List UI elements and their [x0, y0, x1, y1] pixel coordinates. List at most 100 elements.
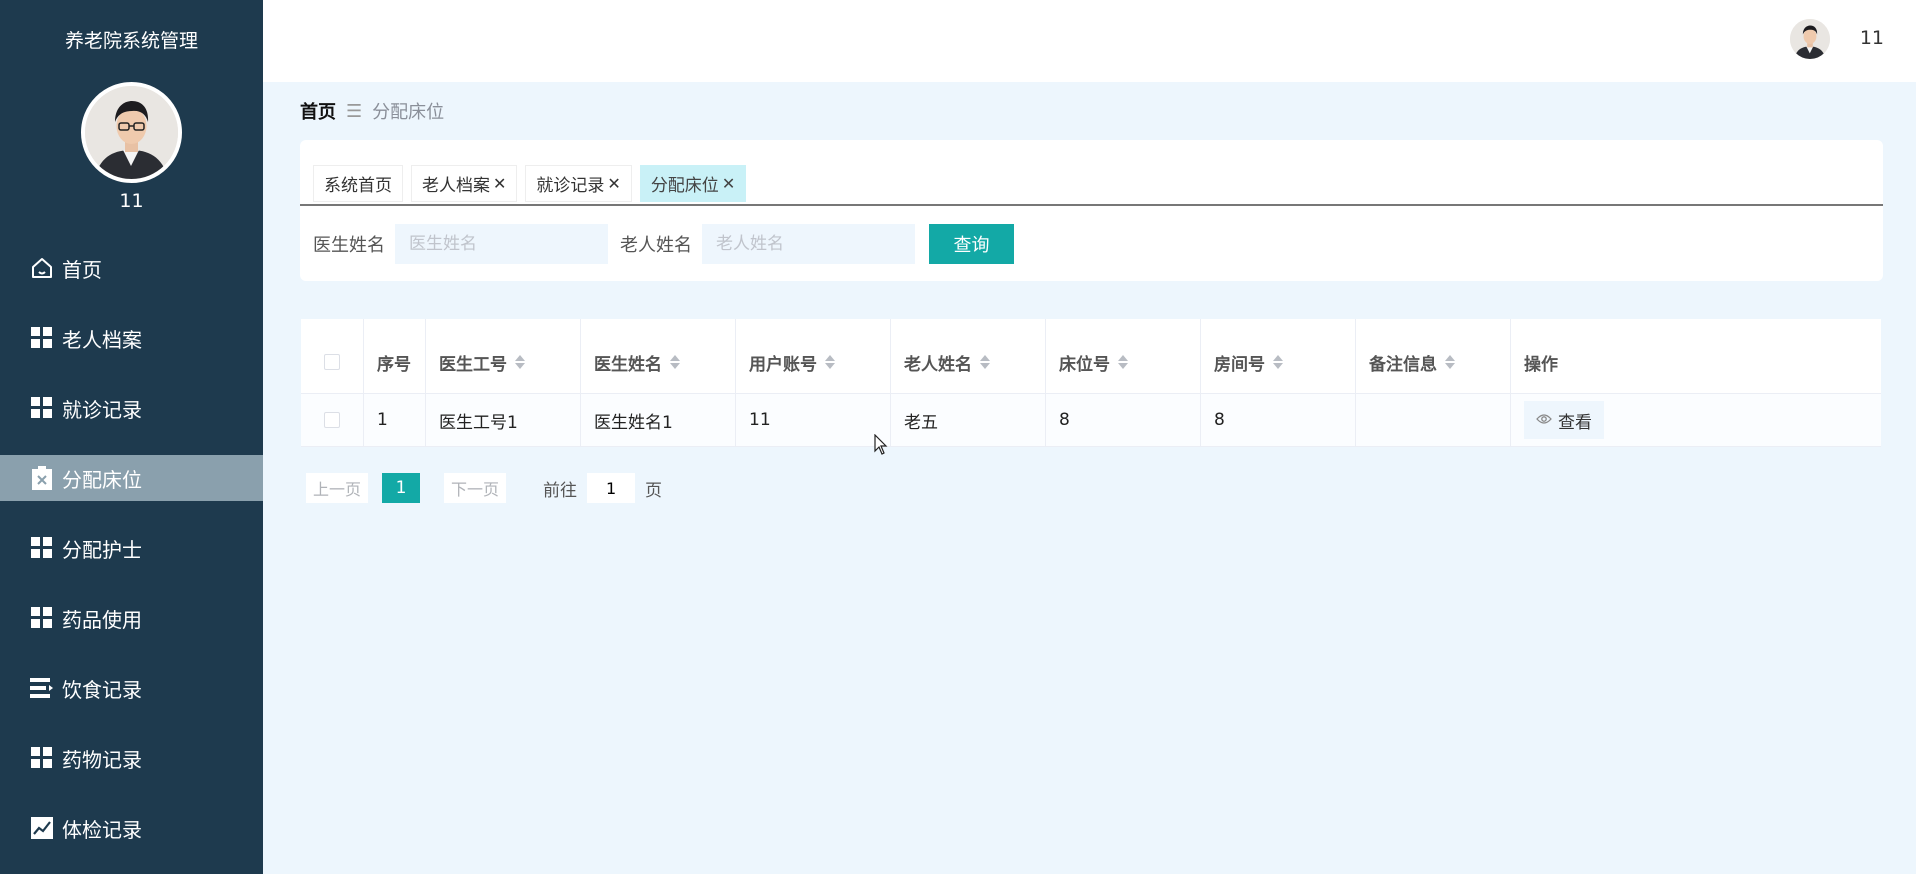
- system-title: 养老院系统管理: [64, 30, 198, 52]
- grid-icon: [30, 326, 54, 350]
- column-label: 床位号: [1059, 354, 1110, 375]
- sidebar-item-label: 分配床位: [62, 467, 142, 492]
- column-label: 老人姓名: [904, 354, 972, 375]
- sort-icon[interactable]: [980, 355, 990, 369]
- column-label: 房间号: [1214, 354, 1265, 375]
- sidebar-item-diet-records[interactable]: 饮食记录: [0, 665, 263, 711]
- column-header[interactable]: 备注信息: [1356, 319, 1511, 393]
- next-page-button[interactable]: 下一页: [444, 473, 507, 503]
- home-icon: [30, 256, 54, 280]
- sort-icon[interactable]: [1118, 355, 1128, 369]
- sidebar-item-home[interactable]: 首页: [0, 245, 263, 291]
- breadcrumb-home[interactable]: 首页: [300, 98, 336, 124]
- column-label: 医生姓名: [594, 354, 662, 375]
- sidebar-item-assign-bed[interactable]: 分配床位: [0, 455, 263, 501]
- select-all-checkbox[interactable]: [324, 354, 340, 370]
- sort-icon[interactable]: [670, 355, 680, 369]
- search-form: 医生姓名 老人姓名 查询: [313, 224, 1014, 264]
- chart-icon: [30, 816, 54, 840]
- list-icon: [30, 676, 54, 700]
- clipboard-icon: [30, 466, 54, 490]
- column-header[interactable]: 医生姓名: [581, 319, 736, 393]
- sidebar-item-visit-records[interactable]: 就诊记录: [0, 385, 263, 431]
- table-header: 序号 医生工号 医生姓名 用户账号 老人姓名 床位号 房间号 备注信息 操作: [301, 319, 1881, 394]
- sidebar-item-label: 首页: [62, 257, 102, 282]
- sidebar-item-label: 体检记录: [62, 817, 142, 842]
- data-table: 序号 医生工号 医生姓名 用户账号 老人姓名 床位号 房间号 备注信息 操作 1…: [301, 319, 1881, 447]
- goto-label: 前往: [543, 480, 578, 501]
- page-number-current[interactable]: 1: [382, 473, 421, 503]
- table-cell: 8: [1201, 394, 1356, 446]
- goto-page-input[interactable]: [587, 473, 636, 503]
- prev-page-button[interactable]: 上一页: [306, 473, 369, 503]
- sidebar-item-elder-profile[interactable]: 老人档案: [0, 315, 263, 361]
- tab-bar: 系统首页 老人档案 ✕ 就诊记录 ✕ 分配床位 ✕: [313, 165, 754, 202]
- close-icon[interactable]: ✕: [607, 174, 620, 193]
- sidebar-item-label: 老人档案: [62, 327, 142, 352]
- sidebar: 养老院系统管理 11 首页 老人档案 就诊记录 分配床位 分配护士 药品使用 饮…: [0, 0, 263, 874]
- sidebar-item-medicine-use[interactable]: 药品使用: [0, 595, 263, 641]
- top-header: 11: [263, 0, 1916, 82]
- breadcrumb: 首页 ☰ 分配床位: [300, 98, 444, 124]
- query-button[interactable]: 查询: [929, 224, 1014, 264]
- sort-icon[interactable]: [515, 355, 525, 369]
- tab-assign-bed[interactable]: 分配床位 ✕: [639, 165, 747, 202]
- table-cell: [1356, 394, 1511, 446]
- close-icon[interactable]: ✕: [493, 174, 506, 193]
- sort-icon[interactable]: [1445, 355, 1455, 369]
- sidebar-item-drug-records[interactable]: 药物记录: [0, 735, 263, 781]
- table-cell: 医生工号1: [426, 394, 581, 446]
- column-header[interactable]: 用户账号: [736, 319, 891, 393]
- tab-label: 老人档案: [422, 176, 490, 196]
- view-button[interactable]: 查看: [1524, 401, 1604, 439]
- sidebar-menu: 首页 老人档案 就诊记录 分配床位 分配护士 药品使用 饮食记录 药物记录 体检…: [0, 245, 263, 874]
- column-header[interactable]: 老人姓名: [891, 319, 1046, 393]
- sidebar-item-checkup-records[interactable]: 体检记录: [0, 805, 263, 851]
- column-header: 操作: [1511, 319, 1881, 393]
- column-header[interactable]: 床位号: [1046, 319, 1201, 393]
- action-cell: 查看: [1511, 394, 1881, 446]
- pagination: 上一页 1 下一页 前往 页: [306, 473, 662, 503]
- sort-icon[interactable]: [1273, 355, 1283, 369]
- elder-name-input[interactable]: [702, 224, 915, 264]
- grid-icon: [30, 536, 54, 560]
- sidebar-item-label: 药物记录: [62, 747, 142, 772]
- table-cell: 11: [736, 394, 891, 446]
- row-select-cell: [301, 394, 364, 446]
- avatar: [81, 82, 182, 183]
- row-checkbox[interactable]: [324, 412, 340, 428]
- doctor-name-label: 医生姓名: [313, 235, 385, 256]
- column-header[interactable]: 医生工号: [426, 319, 581, 393]
- sidebar-item-label: 分配护士: [62, 537, 142, 562]
- column-label: 医生工号: [439, 354, 507, 375]
- sidebar-item-label: 饮食记录: [62, 677, 142, 702]
- doctor-name-input[interactable]: [395, 224, 608, 264]
- column-header[interactable]: 房间号: [1201, 319, 1356, 393]
- tab-elder-profile[interactable]: 老人档案 ✕: [411, 165, 518, 202]
- tab-label: 分配床位: [650, 176, 719, 196]
- close-icon[interactable]: ✕: [722, 174, 735, 193]
- sort-icon[interactable]: [825, 355, 835, 369]
- view-button-label: 查看: [1558, 412, 1592, 433]
- eye-icon: [1536, 410, 1552, 430]
- header-avatar[interactable]: [1790, 19, 1830, 59]
- breadcrumb-current: 分配床位: [372, 102, 445, 123]
- grid-icon: [30, 746, 54, 770]
- grid-icon: [30, 396, 54, 420]
- header-user-name[interactable]: 11: [1860, 27, 1884, 49]
- mouse-cursor-icon: [874, 433, 888, 460]
- tab-visit-records[interactable]: 就诊记录 ✕: [525, 165, 632, 202]
- search-card: 系统首页 老人档案 ✕ 就诊记录 ✕ 分配床位 ✕ 医生姓名 老人姓名 查询: [300, 140, 1883, 281]
- grid-icon: [30, 606, 54, 630]
- tab-divider: [300, 204, 1883, 206]
- menu-lines-icon: ☰: [346, 100, 363, 122]
- column-label: 用户账号: [749, 354, 817, 375]
- sidebar-item-assign-nurse[interactable]: 分配护士: [0, 525, 263, 571]
- sidebar-item-label: 药品使用: [62, 607, 142, 632]
- column-label: 序号: [377, 354, 411, 375]
- tab-system-home[interactable]: 系统首页: [313, 165, 403, 202]
- header-select-cell: [301, 319, 364, 393]
- sidebar-user-name: 11: [119, 190, 144, 212]
- column-label: 备注信息: [1369, 354, 1437, 375]
- elder-name-label: 老人姓名: [620, 235, 692, 256]
